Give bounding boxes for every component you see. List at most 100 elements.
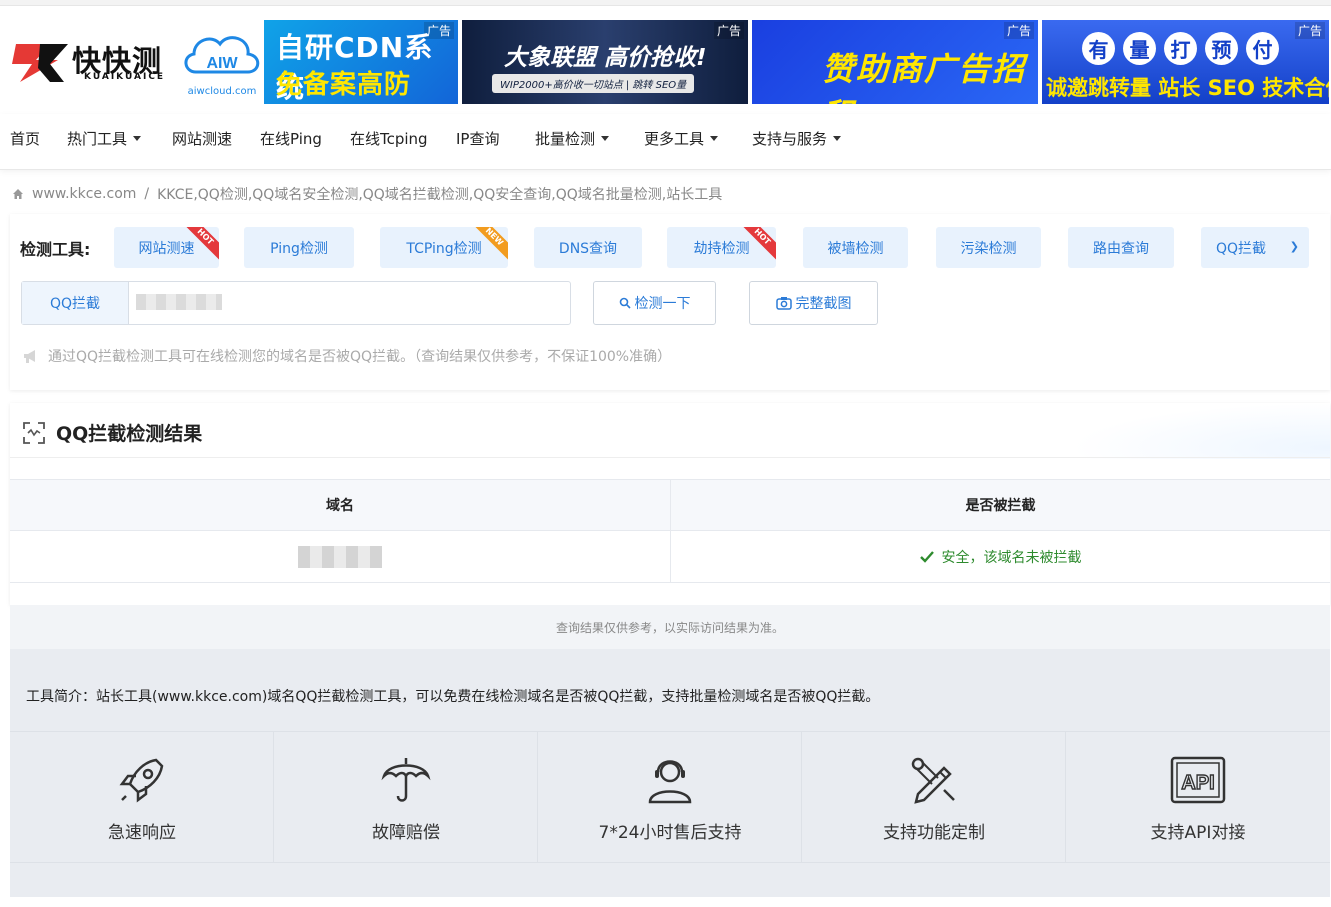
ad-line2: 免备案高防CDN: [276, 70, 412, 104]
nav-item-home[interactable]: 首页: [10, 128, 40, 149]
nav-item-hot-tools[interactable]: 热门工具: [67, 128, 142, 149]
nav-label: 批量检测: [535, 130, 596, 148]
partner-logo[interactable]: AIW aiwcloud.com: [180, 28, 264, 100]
ad-line1: 赞助商广告招租: [822, 50, 1027, 104]
nav-item-ping[interactable]: 在线Ping: [260, 128, 322, 149]
table-header: 域名 是否被拦截: [10, 479, 1330, 531]
caret-down-icon: [833, 136, 842, 141]
ad-line2: 诚邀跳转量 站长 SEO 技术合作: [1046, 76, 1329, 100]
result-title-text: QQ拦截检测结果: [56, 423, 203, 445]
caret-down-icon: [710, 136, 719, 141]
ad-tag: 广告: [1294, 22, 1325, 39]
tool-panel: 检测工具: 网站测速 HOT Ping检测 TCPing检测 NEW DNS查询…: [10, 214, 1330, 390]
feature-fast-response: 急速响应: [10, 731, 274, 863]
tool-button-label: 网站测速: [138, 240, 195, 257]
ad-banner-seo[interactable]: 广告 有 量 打 预 付 诚邀跳转量 站长 SEO 技术合作: [1042, 20, 1329, 104]
ad-line2: WIP2000+高价收一切站点 | 跳转 SEO量: [492, 74, 695, 93]
tool-button-label: 污染检测: [960, 240, 1017, 257]
screenshot-button[interactable]: 完整截图: [749, 281, 878, 325]
result-panel: QQ拦截检测结果 域名 是否被拦截 安全，该域名未被拦截: [10, 403, 1330, 605]
table-row: 安全，该域名未被拦截: [10, 531, 1330, 583]
table-cell-status: 安全，该域名未被拦截: [670, 531, 1330, 582]
hint-text: 通过QQ拦截检测工具可在线检测您的域名是否被QQ拦截。（查询结果仅供参考，不保证…: [48, 349, 672, 365]
caret-down-icon: [133, 136, 142, 141]
header: 快快测 KUAIKUAICE AIW aiwcloud.com 广告 自研CDN…: [0, 6, 1331, 114]
nav-label: 在线Tcping: [350, 130, 428, 148]
nav-item-tcping[interactable]: 在线Tcping: [350, 128, 428, 149]
feature-support: 7*24小时售后支持: [538, 731, 802, 863]
tool-button-route[interactable]: 路由查询: [1068, 227, 1174, 268]
ad-tag: 广告: [713, 22, 744, 39]
logo-subtext: KUAIKUAICE: [84, 72, 166, 82]
feature-label: 支持API对接: [1150, 823, 1246, 843]
tools-icon: [904, 752, 964, 808]
nav-item-support[interactable]: 支持与服务: [752, 128, 842, 149]
status-text: 安全，该域名未被拦截: [941, 549, 1082, 566]
intro-text: 工具简介：站长工具(www.kkce.com)域名QQ拦截检测工具，可以免费在线…: [26, 689, 880, 705]
tool-button-hijack[interactable]: 劫持检测 HOT: [667, 227, 776, 268]
result-title: QQ拦截检测结果: [22, 419, 202, 446]
ad-banner-sponsor[interactable]: 广告 赞助商广告招租: [752, 20, 1038, 104]
tool-button-dns[interactable]: DNS查询: [534, 227, 642, 268]
breadcrumb-home[interactable]: www.kkce.com: [32, 186, 136, 202]
feature-list: 急速响应 故障赔偿 7*24小时售后支持 支持功能定制 API 支持API对接: [10, 731, 1330, 863]
ad-banner-cdn[interactable]: 广告 自研CDN系统 免备案高防CDN: [264, 20, 458, 104]
feature-api: API 支持API对接: [1066, 731, 1330, 863]
tool-button-label: DNS查询: [558, 240, 618, 257]
rocket-icon: [112, 752, 172, 808]
nav-item-speed-test[interactable]: 网站测速: [172, 128, 232, 149]
nav-label: 网站测速: [172, 130, 233, 148]
tool-select[interactable]: QQ拦截 ❯: [1201, 227, 1309, 268]
camera-icon: [775, 297, 792, 310]
ad-line1: 大象联盟 高价抢收!: [504, 45, 707, 71]
screenshot-button-label: 完整截图: [795, 296, 852, 312]
column-header-status: 是否被拦截: [670, 480, 1330, 530]
tools-label: 检测工具:: [20, 240, 91, 259]
tool-button-label: 路由查询: [1093, 240, 1149, 257]
caret-down-icon: [601, 136, 610, 141]
tool-button-label: Ping检测: [270, 240, 328, 257]
ad-char: 付: [1246, 32, 1279, 65]
ad-char: 打: [1164, 32, 1197, 65]
tool-button-tcping[interactable]: TCPing检测 NEW: [380, 227, 508, 268]
feature-label: 急速响应: [108, 823, 176, 843]
tool-button-speed-test[interactable]: 网站测速 HOT: [114, 227, 219, 268]
nav-label: 热门工具: [67, 130, 128, 148]
nav-label: IP查询: [456, 130, 500, 148]
nav-item-more-tools[interactable]: 更多工具: [644, 128, 719, 149]
scan-icon: [23, 421, 45, 444]
megaphone-icon: [24, 350, 35, 363]
feature-compensation: 故障赔偿: [274, 731, 538, 863]
support-agent-icon: [640, 752, 700, 808]
search-icon: [619, 297, 631, 309]
check-icon: [919, 550, 934, 563]
tool-hint: 通过QQ拦截检测工具可在线检测您的域名是否被QQ拦截。（查询结果仅供参考，不保证…: [22, 346, 671, 366]
api-icon: API: [1168, 752, 1228, 808]
nav-item-batch[interactable]: 批量检测: [535, 128, 610, 149]
ad-banner-alliance[interactable]: 广告 大象联盟 高价抢收! WIP2000+高价收一切站点 | 跳转 SEO量: [462, 20, 748, 104]
feature-customization: 支持功能定制: [802, 731, 1066, 863]
feature-label: 支持功能定制: [883, 823, 985, 843]
tool-intro: 工具简介：站长工具(www.kkce.com)域名QQ拦截检测工具，可以免费在线…: [10, 649, 1330, 897]
redacted-domain: [298, 545, 382, 568]
chevron-down-icon: ❯: [1289, 240, 1299, 253]
tool-button-blocked[interactable]: 被墙检测: [803, 227, 908, 268]
tool-button-pollution[interactable]: 污染检测: [936, 227, 1041, 268]
feature-label: 故障赔偿: [372, 823, 440, 843]
status-safe: 安全，该域名未被拦截: [919, 547, 1082, 567]
domain-input-group: QQ拦截: [21, 281, 571, 325]
breadcrumb-current: KKCE,QQ检测,QQ域名安全检测,QQ域名拦截检测,QQ安全查询,QQ域名批…: [157, 187, 723, 203]
result-footnote: 查询结果仅供参考，以实际访问结果为准。: [10, 605, 1330, 649]
site-logo[interactable]: 快快测 KUAIKUAICE: [10, 38, 172, 84]
nav-label: 支持与服务: [752, 130, 828, 148]
main-nav: 首页 热门工具 网站测速 在线Ping 在线Tcping IP查询 批量检测 更…: [0, 114, 1331, 170]
tool-button-ping[interactable]: Ping检测: [244, 227, 354, 268]
logo-mark-icon: [12, 44, 68, 82]
result-decoration: [1070, 403, 1330, 459]
tool-select-value: QQ拦截: [1216, 240, 1267, 257]
result-table: 域名 是否被拦截 安全，该域名未被拦截: [10, 479, 1330, 583]
nav-item-ip-query[interactable]: IP查询: [456, 128, 499, 149]
check-button[interactable]: 检测一下: [593, 281, 716, 325]
umbrella-icon: [376, 752, 436, 808]
feature-label: 7*24小时售后支持: [598, 823, 742, 843]
